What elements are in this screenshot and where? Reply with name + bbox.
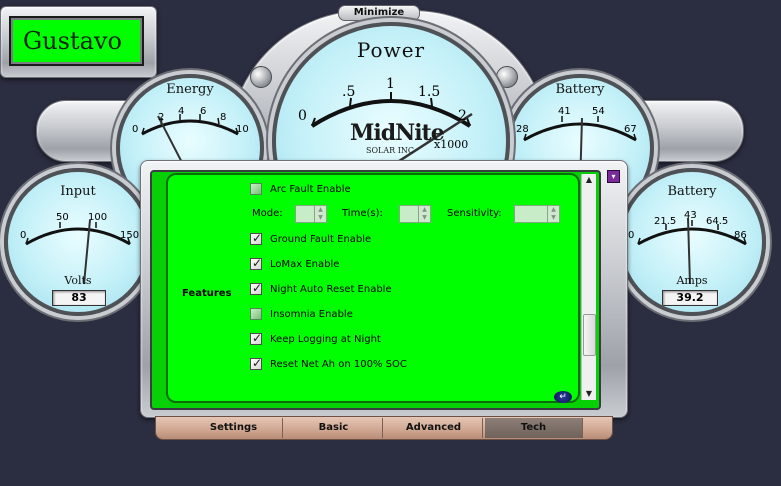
battery-volts-tick: 54 — [592, 106, 605, 117]
power-tick: 2 — [458, 108, 467, 124]
checkmark-icon: ✓ — [252, 281, 263, 295]
input-tick: 50 — [56, 212, 69, 223]
power-tick: 1 — [386, 76, 395, 92]
battery-amps-unit: Amps — [676, 274, 708, 287]
power-tick: .5 — [342, 84, 356, 100]
ground-fault-option[interactable]: ✓ Ground Fault Enable — [250, 231, 371, 247]
spin-down-icon[interactable]: ▼ — [419, 214, 430, 222]
arc-fault-checkbox[interactable] — [250, 183, 262, 195]
battery-amps-tick: 64.5 — [706, 216, 729, 227]
sensitivity-label: Sensitivity: — [447, 208, 502, 219]
tab-basic[interactable]: Basic — [285, 418, 383, 438]
mode-label: Mode: — [252, 208, 283, 219]
lomax-option[interactable]: ✓ LoMax Enable — [250, 256, 339, 272]
enter-icon[interactable]: ↵ — [554, 391, 572, 403]
scroll-thumb[interactable] — [583, 314, 596, 356]
input-gauge: Input 0 50 100 150 Volts 83 — [4, 168, 152, 316]
time-label: Time(s): — [342, 208, 383, 219]
tab-advanced[interactable]: Advanced — [385, 418, 483, 438]
battery-amps-tick: 86 — [734, 230, 747, 241]
checkmark-icon: ✓ — [252, 331, 263, 345]
keep-logging-label: Keep Logging at Night — [270, 333, 381, 345]
reset-net-ah-checkbox[interactable]: ✓ — [250, 356, 263, 370]
lomax-label: LoMax Enable — [270, 258, 340, 270]
tab-settings[interactable]: Settings — [185, 418, 283, 438]
reset-net-ah-option[interactable]: ✓ Reset Net Ah on 100% SOC — [250, 356, 407, 372]
battery-volts-tick: 28 — [516, 124, 529, 135]
energy-tick: 0 — [132, 124, 139, 135]
battery-amps-tick: 0 — [628, 230, 635, 241]
checkmark-icon: ✓ — [252, 231, 263, 245]
scroll-up-icon[interactable]: ▲ — [582, 174, 596, 186]
checkmark-icon: ✓ — [252, 256, 263, 270]
reset-net-ah-label: Reset Net Ah on 100% SOC — [270, 358, 407, 370]
lomax-checkbox[interactable]: ✓ — [250, 256, 263, 270]
power-multiplier: x1000 — [434, 138, 469, 151]
arc-fault-label: Arc Fault Enable — [270, 183, 351, 195]
sensitivity-value[interactable] — [514, 205, 548, 223]
input-tick: 100 — [88, 212, 108, 223]
insomnia-label: Insomnia Enable — [270, 308, 353, 320]
mode-value[interactable] — [295, 205, 315, 223]
power-tick: 1.5 — [418, 84, 441, 100]
night-auto-reset-option[interactable]: ✓ Night Auto Reset Enable — [250, 281, 392, 297]
features-label: Features — [182, 288, 232, 299]
energy-tick: 10 — [236, 124, 249, 135]
spin-up-icon[interactable]: ▲ — [419, 206, 430, 214]
time-spinner[interactable]: ▲ ▼ — [399, 205, 431, 223]
features-scrollbar[interactable]: ▲ ▼ — [581, 174, 596, 400]
battery-amps-tick: 21.5 — [654, 216, 677, 227]
spin-down-icon[interactable]: ▼ — [315, 214, 326, 222]
energy-tick: 2 — [158, 112, 165, 123]
tab-tech[interactable]: Tech — [485, 418, 583, 438]
mode-spinner[interactable]: ▲ ▼ — [295, 205, 327, 223]
energy-tick: 6 — [200, 106, 207, 117]
keep-logging-option[interactable]: ✓ Keep Logging at Night — [250, 331, 381, 347]
spin-down-icon[interactable]: ▼ — [548, 214, 559, 222]
ground-fault-label: Ground Fault Enable — [270, 233, 372, 245]
sensitivity-spinner[interactable]: ▲ ▼ — [514, 205, 560, 223]
input-tick: 0 — [20, 230, 27, 241]
panel-menu-button[interactable]: ▾ — [607, 170, 620, 183]
insomnia-checkbox[interactable] — [250, 308, 262, 320]
input-unit: Volts — [64, 274, 92, 287]
battery-amps-gauge: Battery 0 21.5 43 64.5 86 Amps 39.2 — [618, 168, 766, 316]
midnite-logo: MidNite — [350, 120, 445, 146]
battery-volts-tick: 67 — [624, 124, 637, 135]
battery-amps-tick: 43 — [684, 210, 697, 221]
energy-tick: 4 — [178, 106, 185, 117]
midnite-logo-sub: SOLAR INC — [366, 146, 414, 155]
checkmark-icon: ✓ — [252, 356, 263, 370]
night-auto-reset-checkbox[interactable]: ✓ — [250, 281, 263, 295]
time-value[interactable] — [399, 205, 419, 223]
controller-name: Gustavo — [9, 16, 144, 66]
scroll-down-icon[interactable]: ▼ — [582, 388, 596, 400]
minimize-button[interactable]: Minimize — [338, 5, 420, 21]
spin-up-icon[interactable]: ▲ — [315, 206, 326, 214]
spin-up-icon[interactable]: ▲ — [548, 206, 559, 214]
input-readout: 83 — [52, 290, 106, 306]
battery-volts-tick: 41 — [558, 106, 571, 117]
battery-amps-readout: 39.2 — [662, 290, 718, 306]
power-tick: 0 — [298, 108, 307, 124]
night-auto-reset-label: Night Auto Reset Enable — [270, 283, 392, 295]
ground-fault-checkbox[interactable]: ✓ — [250, 231, 263, 245]
arc-fault-option[interactable]: Arc Fault Enable — [250, 181, 351, 197]
keep-logging-checkbox[interactable]: ✓ — [250, 331, 263, 345]
input-tick: 150 — [120, 230, 140, 241]
energy-tick: 8 — [220, 112, 227, 123]
insomnia-option[interactable]: Insomnia Enable — [250, 306, 353, 322]
